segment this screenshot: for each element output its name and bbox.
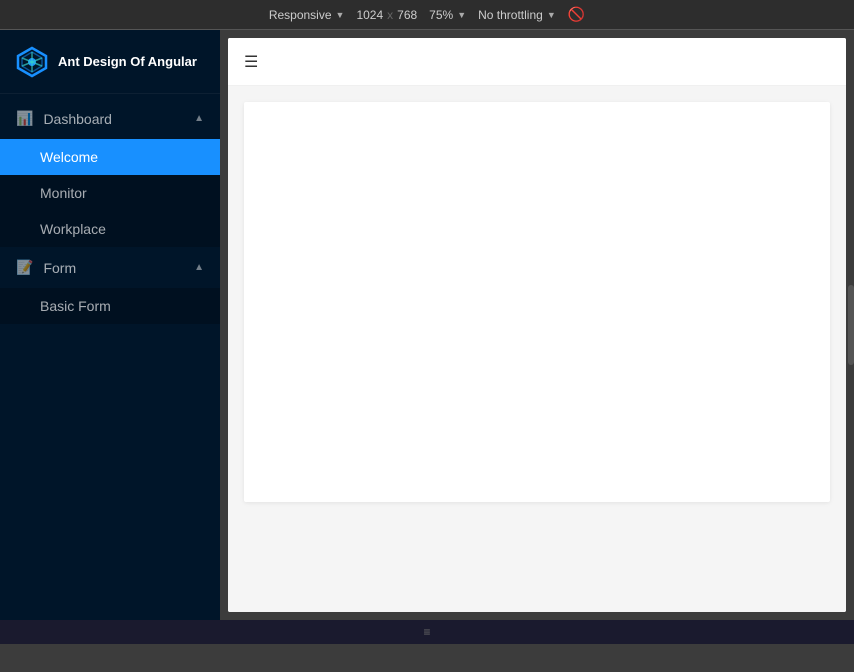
form-nav-items: Basic Form bbox=[0, 288, 220, 324]
nav-section-form: 📝 Form ▲ Basic Form bbox=[0, 247, 220, 324]
sidebar-nav: 📊 Dashboard ▲ Welcome Monitor Workplace bbox=[0, 94, 220, 620]
section-left-dashboard: 📊 Dashboard bbox=[16, 110, 112, 127]
nav-section-header-dashboard[interactable]: 📊 Dashboard ▲ bbox=[0, 98, 220, 139]
dashboard-nav-items: Welcome Monitor Workplace bbox=[0, 139, 220, 247]
dashboard-chevron-icon: ▲ bbox=[194, 113, 204, 124]
nav-section-dashboard: 📊 Dashboard ▲ Welcome Monitor Workplace bbox=[0, 98, 220, 247]
dimensions-display: 1024 x 768 bbox=[356, 8, 417, 22]
form-chevron-icon: ▲ bbox=[194, 262, 204, 273]
throttle-arrow: ▼ bbox=[547, 10, 556, 20]
sidebar-logo: Ant Design Of Angular bbox=[0, 30, 220, 94]
zoom-selector[interactable]: 75% ▼ bbox=[429, 8, 466, 22]
sidebar-item-monitor[interactable]: Monitor bbox=[0, 175, 220, 211]
form-label: Form bbox=[43, 260, 76, 276]
sidebar: Ant Design Of Angular 📊 Dashboard ▲ Welc… bbox=[0, 30, 220, 620]
status-bar: ≡ bbox=[0, 620, 854, 644]
throttle-selector[interactable]: No throttling ▼ bbox=[478, 8, 556, 22]
preview-wrapper: ☰ bbox=[220, 30, 854, 620]
width-value: 1024 bbox=[356, 8, 383, 22]
app-title: Ant Design Of Angular bbox=[58, 54, 197, 69]
zoom-arrow: ▼ bbox=[457, 10, 466, 20]
sidebar-item-welcome[interactable]: Welcome bbox=[0, 139, 220, 175]
zoom-label: 75% bbox=[429, 8, 453, 22]
dashboard-icon: 📊 bbox=[16, 110, 33, 127]
form-icon: 📝 bbox=[16, 259, 33, 276]
preview-header: ☰ bbox=[228, 38, 846, 86]
preview-content bbox=[228, 86, 846, 612]
throttle-label: No throttling bbox=[478, 8, 543, 22]
menu-toggle-icon[interactable]: ☰ bbox=[244, 52, 258, 72]
monitor-label: Monitor bbox=[40, 185, 87, 201]
dimension-separator: x bbox=[387, 8, 393, 22]
dashboard-label: Dashboard bbox=[43, 111, 112, 127]
responsive-selector[interactable]: Responsive ▼ bbox=[269, 8, 345, 22]
preview-frame: ☰ bbox=[228, 38, 846, 612]
status-bar-icon: ≡ bbox=[423, 625, 430, 639]
workplace-label: Workplace bbox=[40, 221, 106, 237]
sidebar-item-workplace[interactable]: Workplace bbox=[0, 211, 220, 247]
main-container: Ant Design Of Angular 📊 Dashboard ▲ Welc… bbox=[0, 30, 854, 620]
browser-toolbar: Responsive ▼ 1024 x 768 75% ▼ No throttl… bbox=[0, 0, 854, 30]
welcome-label: Welcome bbox=[40, 149, 98, 165]
responsive-label: Responsive bbox=[269, 8, 332, 22]
responsive-arrow: ▼ bbox=[336, 10, 345, 20]
nav-section-header-form[interactable]: 📝 Form ▲ bbox=[0, 247, 220, 288]
sidebar-item-basic-form[interactable]: Basic Form bbox=[0, 288, 220, 324]
scrollbar-handle[interactable] bbox=[848, 285, 854, 365]
section-left-form: 📝 Form bbox=[16, 259, 76, 276]
height-value: 768 bbox=[397, 8, 417, 22]
content-card bbox=[244, 102, 830, 502]
cache-icon: 🚫 bbox=[568, 6, 585, 23]
app-logo-icon bbox=[16, 46, 48, 78]
cache-icon-area[interactable]: 🚫 bbox=[568, 6, 585, 23]
basic-form-label: Basic Form bbox=[40, 298, 111, 314]
